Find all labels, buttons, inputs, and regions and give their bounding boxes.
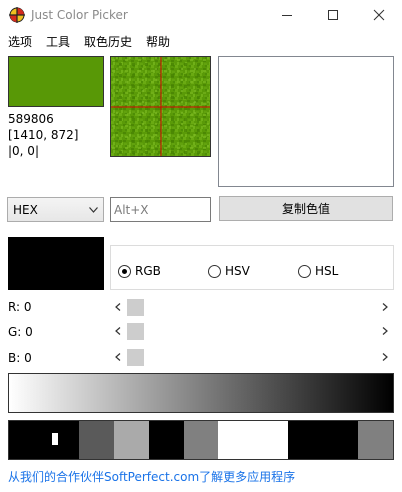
menu-help[interactable]: 帮助: [146, 33, 170, 50]
channel-r-label: R: 0: [8, 300, 32, 314]
zoom-pixels: [111, 57, 210, 156]
channel-g-slider[interactable]: [110, 323, 394, 340]
chevron-down-icon: [89, 207, 98, 213]
color-history-strip: [8, 420, 394, 460]
maximize-button[interactable]: [310, 0, 356, 30]
mode-radio-rgb[interactable]: RGB: [118, 264, 161, 278]
cursor-position: [1410, 872]: [8, 128, 79, 142]
history-current-marker: [51, 433, 58, 445]
history-color-cell[interactable]: [43, 421, 79, 459]
channel-b-label: B: 0: [8, 351, 32, 365]
mixer-color-swatch: [8, 237, 104, 290]
channel-r-slider[interactable]: [110, 299, 394, 316]
mode-radio-hsv[interactable]: HSV: [208, 264, 250, 278]
menu-tools[interactable]: 工具: [46, 33, 70, 50]
menu-bar: 选项 工具 取色历史 帮助: [0, 30, 402, 52]
history-color-cell[interactable]: [78, 421, 114, 459]
color-preview-panel: [218, 56, 394, 187]
mode-radio-hsl[interactable]: HSL: [298, 264, 338, 278]
slider-left-arrow-icon[interactable]: [110, 299, 127, 316]
history-color-cell[interactable]: [358, 421, 393, 459]
slider-left-arrow-icon[interactable]: [110, 323, 127, 340]
slider-thumb[interactable]: [127, 299, 144, 316]
history-color-cell[interactable]: [148, 421, 184, 459]
slider-thumb[interactable]: [127, 323, 144, 340]
zoom-magnifier: [110, 56, 211, 157]
menu-options[interactable]: 选项: [8, 33, 32, 50]
radio-unselected-icon: [298, 264, 311, 278]
partner-link[interactable]: 从我们的合作伙伴SoftPerfect.com了解更多应用程序: [8, 468, 295, 485]
tone-gradient-bar[interactable]: [8, 373, 394, 413]
slider-right-arrow-icon[interactable]: [377, 299, 394, 316]
slider-thumb[interactable]: [127, 349, 144, 366]
mode-rgb-label: RGB: [135, 264, 161, 278]
color-format-dropdown[interactable]: HEX: [7, 197, 104, 222]
copy-color-button[interactable]: 复制色值: [219, 196, 393, 221]
radio-unselected-icon: [208, 264, 221, 278]
history-color-cell[interactable]: [253, 421, 289, 459]
history-color-cell[interactable]: [113, 421, 149, 459]
history-color-cell[interactable]: [183, 421, 219, 459]
minimize-icon: [282, 15, 292, 16]
mode-hsv-label: HSV: [225, 264, 250, 278]
history-color-cell[interactable]: [288, 421, 324, 459]
history-color-cell[interactable]: [323, 421, 359, 459]
menu-history[interactable]: 取色历史: [84, 33, 132, 50]
history-color-cell[interactable]: [9, 421, 44, 459]
slider-left-arrow-icon[interactable]: [110, 349, 127, 366]
maximize-icon: [328, 10, 338, 20]
cursor-offset: |0, 0|: [8, 144, 39, 158]
history-color-cell[interactable]: [218, 421, 254, 459]
slider-right-arrow-icon[interactable]: [377, 349, 394, 366]
slider-right-arrow-icon[interactable]: [377, 323, 394, 340]
hotkey-input[interactable]: [110, 197, 211, 222]
mode-hsl-label: HSL: [315, 264, 339, 278]
color-hex-value: 589806: [8, 112, 54, 126]
radio-selected-icon: [118, 264, 131, 278]
close-icon: [373, 9, 385, 21]
minimize-button[interactable]: [264, 0, 310, 30]
window-title: Just Color Picker: [31, 8, 128, 22]
picked-color-swatch: [8, 56, 104, 107]
title-bar: Just Color Picker: [0, 0, 402, 30]
color-format-value: HEX: [13, 203, 38, 217]
app-crosshair-icon: [9, 7, 25, 23]
channel-g-label: G: 0: [8, 325, 33, 339]
channel-b-slider[interactable]: [110, 349, 394, 366]
close-button[interactable]: [356, 0, 402, 30]
